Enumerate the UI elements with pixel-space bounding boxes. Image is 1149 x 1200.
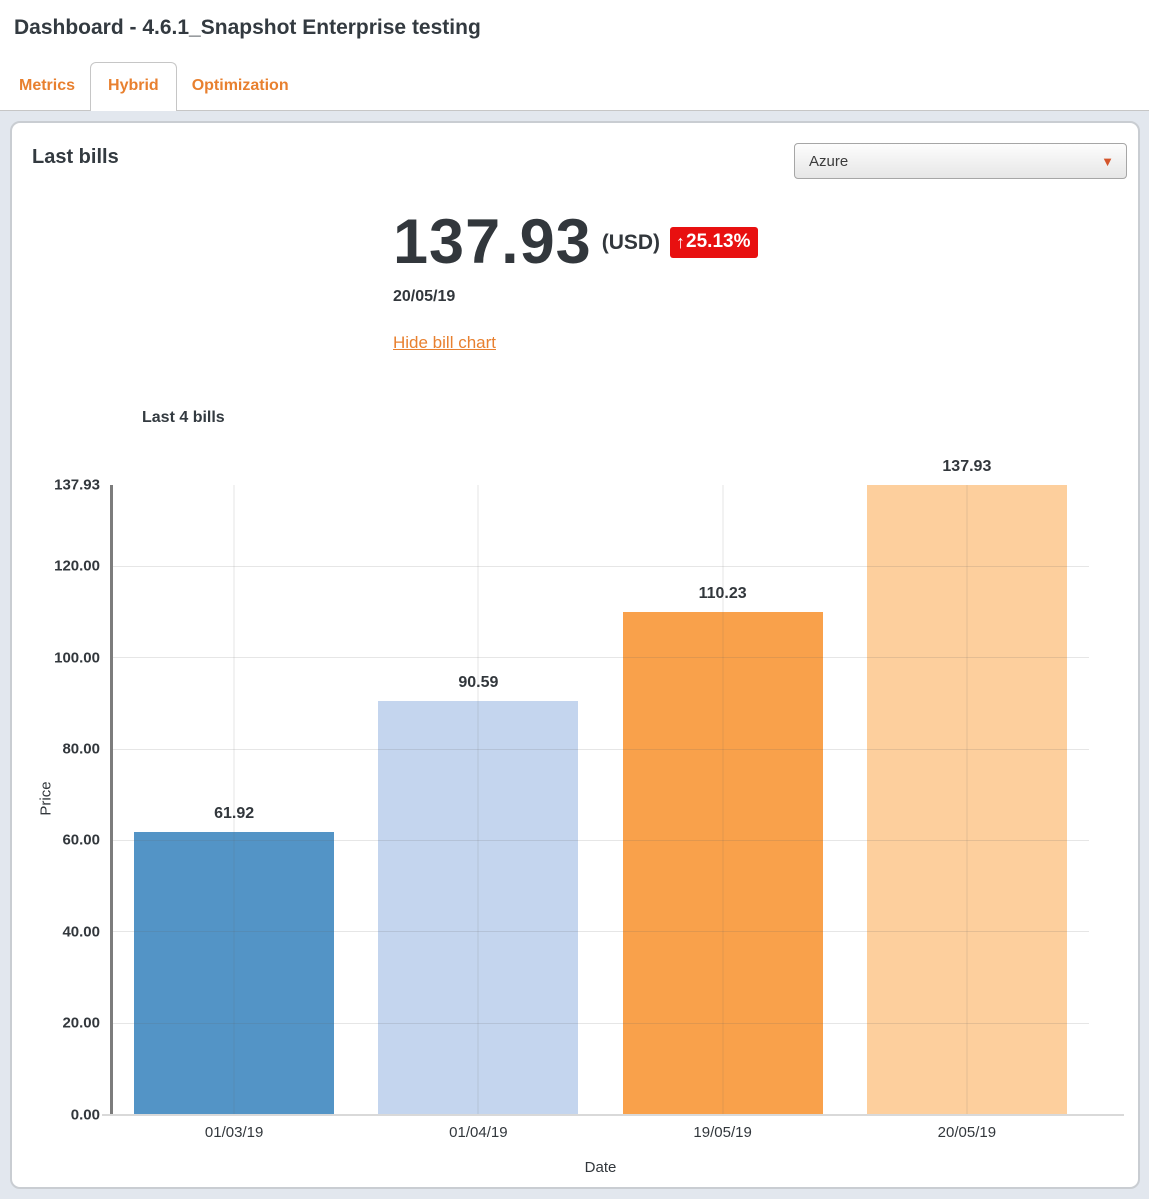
change-badge-value: 25.13% — [686, 231, 751, 252]
gridline-horizontal — [112, 1022, 1089, 1024]
x-tick-label: 19/05/19 — [693, 1124, 752, 1141]
arrow-up-icon: ↑ — [676, 231, 686, 252]
last-bills-panel: Last bills Azure ▼ 137.93 (USD) ↑ 25.13%… — [10, 121, 1140, 1189]
hide-bill-chart-link[interactable]: Hide bill chart — [393, 333, 496, 353]
gridline-horizontal — [112, 931, 1089, 933]
y-tick-label: 137.93 — [54, 475, 100, 493]
y-tick-label: 40.00 — [62, 923, 100, 941]
gridline-horizontal — [112, 839, 1089, 841]
bar-value-label: 110.23 — [698, 584, 747, 602]
tab-hybrid[interactable]: Hybrid — [90, 62, 177, 111]
tab-optimization[interactable]: Optimization — [177, 63, 304, 110]
provider-dropdown[interactable]: Azure ▼ — [794, 143, 1127, 179]
y-tick-label: 60.00 — [62, 831, 100, 849]
y-tick-label: 80.00 — [62, 740, 100, 758]
y-tick-label: 20.00 — [62, 1014, 100, 1032]
provider-dropdown-value: Azure — [809, 152, 849, 170]
x-tick-label: 01/04/19 — [449, 1124, 508, 1141]
tab-bar: Metrics Hybrid Optimization — [0, 60, 1149, 111]
bar-value-label: 90.59 — [458, 674, 499, 692]
y-tick-label: 100.00 — [54, 649, 100, 666]
bill-amount: 137.93 — [393, 207, 592, 277]
y-tick-label: 120.00 — [54, 557, 100, 575]
amount-row: 137.93 (USD) ↑ 25.13% — [393, 211, 1138, 274]
gridline-vertical — [477, 485, 479, 1115]
y-tick-label: 0.00 — [70, 1105, 100, 1123]
y-axis-line — [110, 485, 113, 1115]
change-badge: ↑ 25.13% — [670, 227, 759, 258]
chart-title: Last 4 bills — [142, 409, 225, 426]
plot-area: Price Date 0.00 20.00 40.00 60.00 80.00 100.0… — [38, 458, 1124, 1176]
panel-title: Last bills — [32, 146, 119, 168]
x-tick-label: 20/05/19 — [937, 1124, 997, 1141]
y-axis-title: Price — [37, 781, 55, 816]
bill-currency: (USD) — [601, 230, 661, 254]
content-section: Last bills Azure ▼ 137.93 (USD) ↑ 25.13%… — [0, 111, 1149, 1199]
gridline-vertical — [233, 485, 235, 1115]
bar-value-label: 61.92 — [214, 805, 255, 823]
bill-chart: Price Date 0.00 20.00 40.00 60.00 80.00 100.0… — [38, 458, 1124, 1176]
bill-summary: 137.93 (USD) ↑ 25.13% 20/05/19 Hide bill… — [393, 211, 1138, 353]
caret-down-icon: ▼ — [1101, 153, 1114, 169]
panel-header: Last bills Azure ▼ — [12, 123, 1138, 179]
gridline-horizontal — [112, 565, 1089, 567]
bill-date: 20/05/19 — [393, 288, 456, 305]
bar-value-label: 137.93 — [942, 458, 992, 475]
page-title: Dashboard - 4.6.1_Snapshot Enterprise te… — [14, 16, 481, 39]
x-tick-label: 01/03/19 — [204, 1124, 264, 1141]
gridline-horizontal — [112, 657, 1089, 659]
x-axis-title: Date — [584, 1159, 617, 1176]
x-axis-line — [102, 1114, 1124, 1116]
gridline-horizontal — [112, 748, 1089, 750]
tab-metrics[interactable]: Metrics — [4, 63, 90, 110]
gridline-vertical — [722, 485, 724, 1115]
gridline-vertical — [966, 485, 968, 1115]
